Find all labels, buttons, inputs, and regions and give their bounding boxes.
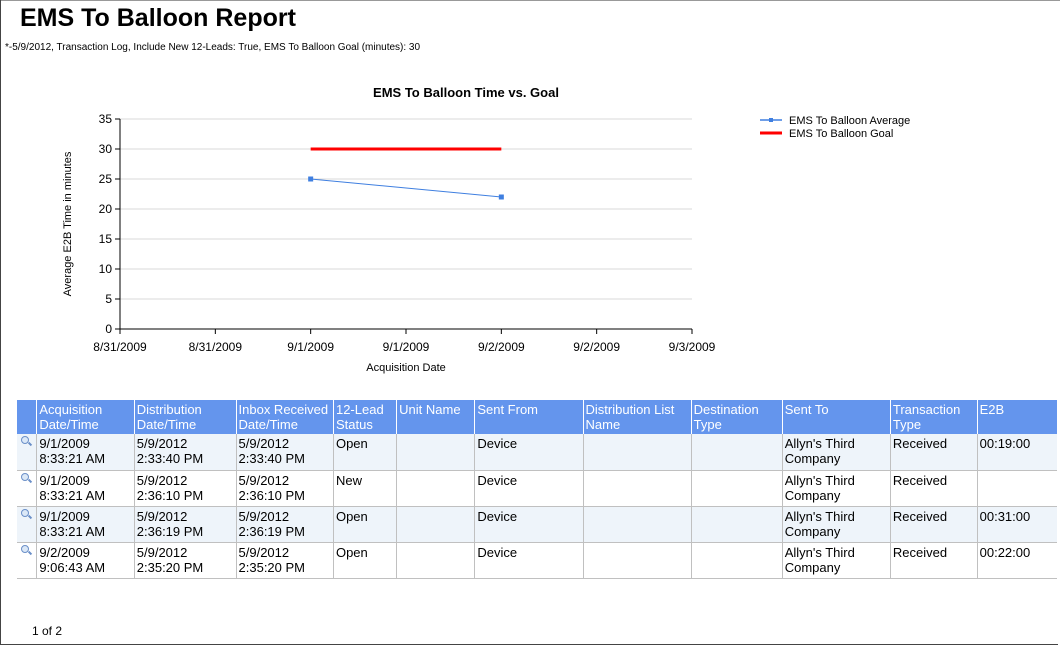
- table-cell: 5/9/2012 2:36:19 PM: [235, 506, 334, 543]
- table-cell: New: [332, 470, 397, 507]
- transaction-table: Acquisition Date/Time Distribution Date/T…: [17, 400, 1057, 579]
- y-tick-label: 0: [105, 322, 112, 336]
- magnifier-icon[interactable]: [21, 544, 33, 555]
- y-tick-label: 15: [99, 232, 113, 246]
- view-row-cell[interactable]: [17, 506, 37, 543]
- column-header[interactable]: Unit Name: [396, 400, 475, 434]
- data-point: [498, 194, 504, 200]
- table-cell: [582, 542, 692, 579]
- data-point: [308, 176, 314, 182]
- column-header[interactable]: Distribution Date/Time: [133, 400, 237, 434]
- table-row[interactable]: 9/2/2009 9:06:43 AM 5/9/2012 2:35:20 PM 5/…: [17, 542, 1057, 579]
- table-row[interactable]: 9/1/2009 8:33:21 AM 5/9/2012 2:36:10 PM 5/…: [17, 470, 1057, 507]
- column-header[interactable]: Destination Type: [690, 400, 783, 434]
- table-cell: [690, 542, 783, 579]
- legend-label: EMS To Balloon Goal: [789, 128, 893, 140]
- column-header[interactable]: Acquisition Date/Time: [36, 400, 135, 434]
- view-row-cell[interactable]: [17, 434, 37, 471]
- table-cell: 9/1/2009 8:33:21 AM: [36, 470, 135, 507]
- table-body: 9/1/2009 8:33:21 AM 5/9/2012 2:33:40 PM 5/…: [17, 434, 1057, 579]
- column-header[interactable]: Inbox Received Date/Time: [235, 400, 334, 434]
- table-cell: 9/2/2009 9:06:43 AM: [36, 542, 135, 579]
- table-cell: Open: [332, 506, 397, 543]
- x-tick-label: 9/1/2009: [287, 340, 334, 354]
- report-parameters: *-5/9/2012, Transaction Log, Include New…: [5, 42, 421, 53]
- table-cell: 9/1/2009 8:33:21 AM: [36, 434, 135, 471]
- x-axis-label: Acquisition Date: [366, 362, 446, 374]
- table-cell: Allyn's Third Company: [781, 470, 891, 507]
- table-cell: [582, 470, 692, 507]
- table-cell: [396, 470, 475, 507]
- x-tick-label: 8/31/2009: [93, 340, 147, 354]
- view-column-header: [17, 400, 37, 434]
- table-cell: Device: [474, 542, 583, 579]
- table-cell: 5/9/2012 2:35:20 PM: [133, 542, 237, 579]
- y-axis-label: Average E2B Time in minutes: [62, 151, 74, 296]
- table-cell: [690, 506, 783, 543]
- table-cell: [582, 434, 692, 471]
- table-cell: Device: [474, 506, 583, 543]
- series-line-average: [310, 178, 502, 198]
- column-header[interactable]: 12-Lead Status: [332, 400, 397, 434]
- table-cell: [396, 506, 475, 543]
- y-tick-label: 35: [99, 112, 113, 126]
- chart-title: EMS To Balloon Time vs. Goal: [373, 85, 559, 100]
- table-cell: [396, 434, 475, 471]
- legend-label: EMS To Balloon Average: [789, 115, 910, 127]
- table-cell: 5/9/2012 2:36:19 PM: [133, 506, 237, 543]
- table-cell: 00:31:00: [976, 506, 1057, 543]
- table-cell: Received: [889, 542, 978, 579]
- table-header-row: Acquisition Date/Time Distribution Date/T…: [17, 400, 1057, 434]
- table-cell: [582, 506, 692, 543]
- y-tick-label: 5: [105, 292, 112, 306]
- magnifier-icon[interactable]: [21, 508, 33, 519]
- x-tick-label: 9/2/2009: [478, 340, 525, 354]
- legend-marker: [769, 118, 773, 122]
- x-tick-label: 8/31/2009: [189, 340, 243, 354]
- table-cell: Received: [889, 434, 978, 471]
- table-cell: Allyn's Third Company: [781, 434, 891, 471]
- column-header[interactable]: Sent From: [474, 400, 583, 434]
- x-tick-label: 9/1/2009: [383, 340, 430, 354]
- table-cell: Open: [332, 542, 397, 579]
- x-tick-label: 9/2/2009: [573, 340, 620, 354]
- table-cell: [690, 470, 783, 507]
- report-title: EMS To Balloon Report: [20, 4, 296, 32]
- table-cell: [690, 434, 783, 471]
- column-header[interactable]: Distribution List Name: [582, 400, 692, 434]
- table-cell: 5/9/2012 2:35:20 PM: [235, 542, 334, 579]
- view-row-cell[interactable]: [17, 470, 37, 507]
- column-header[interactable]: E2B: [976, 400, 1057, 434]
- table-cell: Received: [889, 470, 978, 507]
- y-tick-label: 25: [99, 172, 113, 186]
- y-tick-label: 10: [99, 262, 113, 276]
- table-cell: Allyn's Third Company: [781, 506, 891, 543]
- table-cell: Received: [889, 506, 978, 543]
- table-cell: 5/9/2012 2:33:40 PM: [133, 434, 237, 471]
- table-cell: 5/9/2012 2:36:10 PM: [235, 470, 334, 507]
- y-tick-label: 30: [99, 142, 113, 156]
- column-header[interactable]: Transaction Type: [889, 400, 978, 434]
- table-cell: 9/1/2009 8:33:21 AM: [36, 506, 135, 543]
- table-cell: [396, 542, 475, 579]
- table-cell: 5/9/2012 2:33:40 PM: [235, 434, 334, 471]
- x-tick-label: 9/3/2009: [669, 340, 716, 354]
- view-row-cell[interactable]: [17, 542, 37, 579]
- magnifier-icon[interactable]: [21, 472, 33, 483]
- table-cell: Device: [474, 470, 583, 507]
- table-cell: Device: [474, 434, 583, 471]
- page-indicator: 1 of 2: [32, 624, 63, 638]
- chart: EMS To Balloon Time vs. Goal 0 5 10 15 20 25 30…: [62, 85, 910, 374]
- magnifier-icon[interactable]: [21, 436, 33, 447]
- column-header[interactable]: Sent To: [781, 400, 891, 434]
- table-cell: 5/9/2012 2:36:10 PM: [133, 470, 237, 507]
- y-tick-label: 20: [99, 202, 113, 216]
- table-cell: 00:22:00: [976, 542, 1057, 579]
- table-cell: Allyn's Third Company: [781, 542, 891, 579]
- table-row[interactable]: 9/1/2009 8:33:21 AM 5/9/2012 2:33:40 PM 5/…: [17, 434, 1057, 471]
- table-row[interactable]: 9/1/2009 8:33:21 AM 5/9/2012 2:36:19 PM 5/…: [17, 506, 1057, 543]
- table-cell: Open: [332, 434, 397, 471]
- table-cell: 00:19:00: [976, 434, 1057, 471]
- table-cell: [976, 470, 1057, 507]
